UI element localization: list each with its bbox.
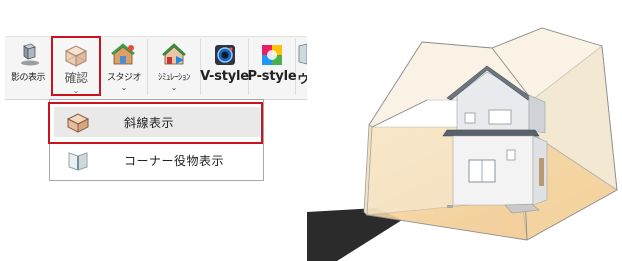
shadow-display-label: 影の表示 [10, 73, 46, 83]
simulation-dropdown-arrow[interactable]: ⌄ [171, 84, 178, 92]
p-style-button[interactable]: P-style [247, 39, 297, 95]
simulation-label: ｼﾐｭﾚｰｼｮﾝ [157, 73, 191, 83]
v-style-button[interactable]: V-style [200, 39, 249, 95]
studio-label: スタジオ [106, 73, 142, 83]
menu-item-corner-trim-display[interactable]: コーナー役物表示 [54, 145, 260, 175]
corner-trim-display-label: コーナー役物表示 [124, 153, 225, 168]
camera-icon [214, 45, 235, 65]
confirm-dropdown-menu: 斜線表示 コーナー役物表示 [49, 99, 264, 181]
partial-tool-button[interactable]: ウ [296, 39, 307, 95]
v-style-label: V-style [200, 69, 249, 84]
slope-line-display-label: 斜線表示 [124, 115, 175, 130]
menu-item-slope-line-display[interactable]: 斜線表示 [54, 107, 260, 137]
partial-tool-label: ウ [297, 70, 307, 87]
shadow-display-button[interactable]: 影の表示 [5, 39, 52, 95]
3d-view[interactable] [307, 0, 622, 261]
photo-icon [262, 45, 282, 65]
shadow-display-icon [21, 43, 39, 66]
simulation-button[interactable]: ｼﾐｭﾚｰｼｮﾝ ⌄ [148, 39, 201, 95]
ribbon-toolbar: 影の表示 確認 ⌄ スタジオ ⌄ ｼﾐｭﾚｰｼｮﾝ ⌄ V-style P-st… [5, 36, 307, 100]
p-style-label: P-style [247, 69, 297, 84]
confirm-box-icon [64, 45, 88, 67]
partial-icon [298, 43, 307, 65]
confirm-label: 確認 [64, 71, 88, 85]
confirm-button[interactable]: 確認 ⌄ [52, 39, 101, 95]
studio-dropdown-arrow[interactable]: ⌄ [121, 84, 128, 92]
studio-button[interactable]: スタジオ ⌄ [101, 39, 148, 95]
slope-line-icon [66, 113, 90, 133]
studio-icon [111, 43, 135, 65]
confirm-dropdown-arrow[interactable]: ⌄ [73, 87, 80, 95]
simulation-icon [162, 43, 186, 65]
corner-trim-icon [68, 152, 88, 171]
